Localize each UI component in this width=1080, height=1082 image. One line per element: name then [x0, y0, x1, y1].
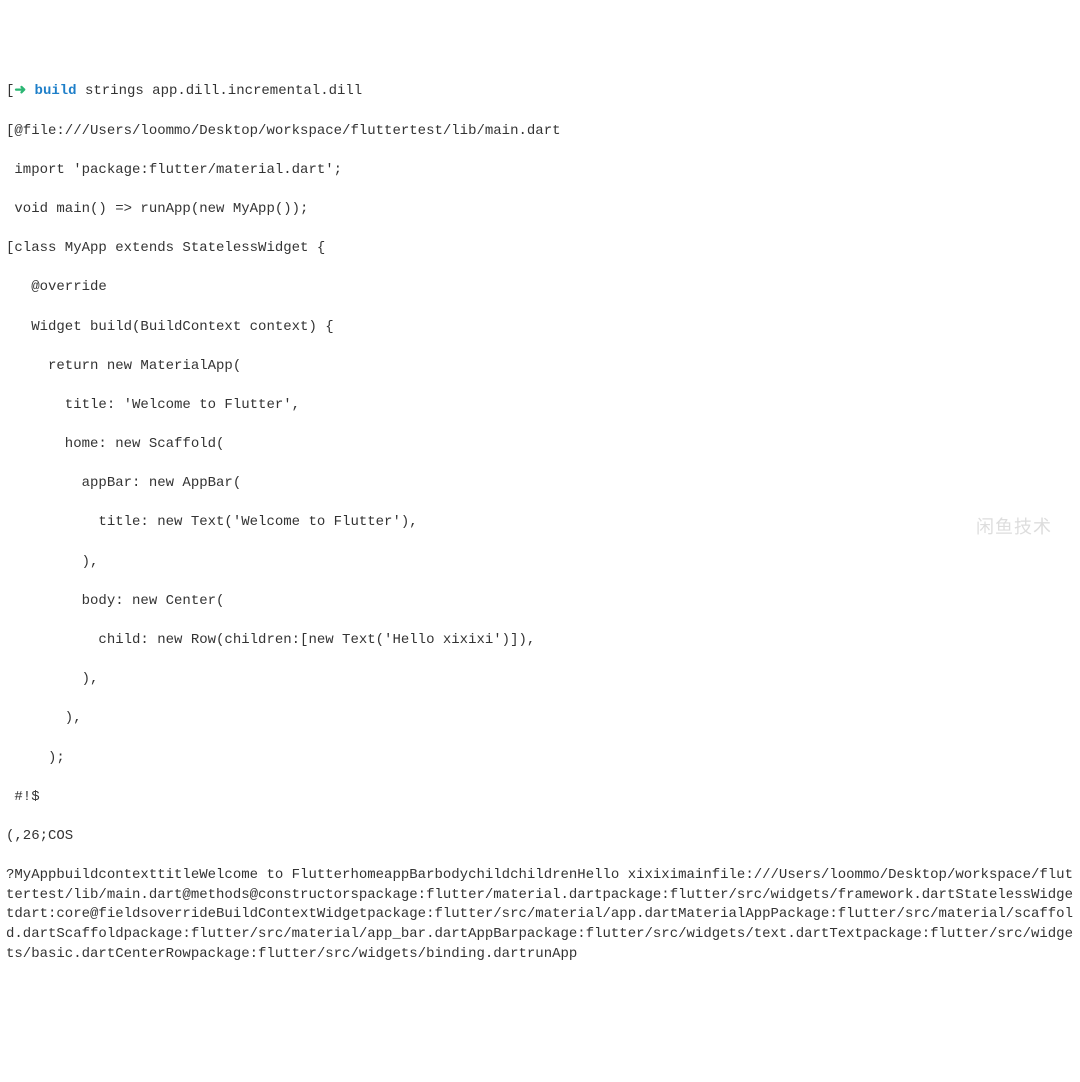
- code-line: home: new Scaffold(: [6, 435, 1074, 455]
- arrow-icon: ➜: [14, 83, 34, 99]
- build-command: build: [35, 83, 77, 99]
- code-line: title: new Text('Welcome to Flutter'),: [6, 513, 1074, 533]
- code-line: import 'package:flutter/material.dart';: [6, 161, 1074, 181]
- code-line: title: 'Welcome to Flutter',: [6, 396, 1074, 416]
- code-line: (,26;COS: [6, 827, 1074, 847]
- code-line: ),: [6, 709, 1074, 729]
- code-line: child: new Row(children:[new Text('Hello…: [6, 631, 1074, 651]
- code-line: [class MyApp extends StatelessWidget {: [6, 239, 1074, 259]
- code-line: ),: [6, 670, 1074, 690]
- code-line: return new MaterialApp(: [6, 357, 1074, 377]
- code-line: body: new Center(: [6, 592, 1074, 612]
- code-line: ),: [6, 553, 1074, 573]
- code-line: #!$: [6, 788, 1074, 808]
- prompt-line[interactable]: [➜ build strings app.dill.incremental.di…: [6, 82, 1074, 102]
- dump-text: ?MyAppbuildcontexttitleWelcome to Flutte…: [6, 866, 1074, 964]
- code-line: [@file:///Users/loommo/Desktop/workspace…: [6, 122, 1074, 142]
- code-line: Widget build(BuildContext context) {: [6, 318, 1074, 338]
- code-line: );: [6, 749, 1074, 769]
- code-line: appBar: new AppBar(: [6, 474, 1074, 494]
- command-args: strings app.dill.incremental.dill: [77, 83, 363, 99]
- code-line: @override: [6, 278, 1074, 298]
- code-line: void main() => runApp(new MyApp());: [6, 200, 1074, 220]
